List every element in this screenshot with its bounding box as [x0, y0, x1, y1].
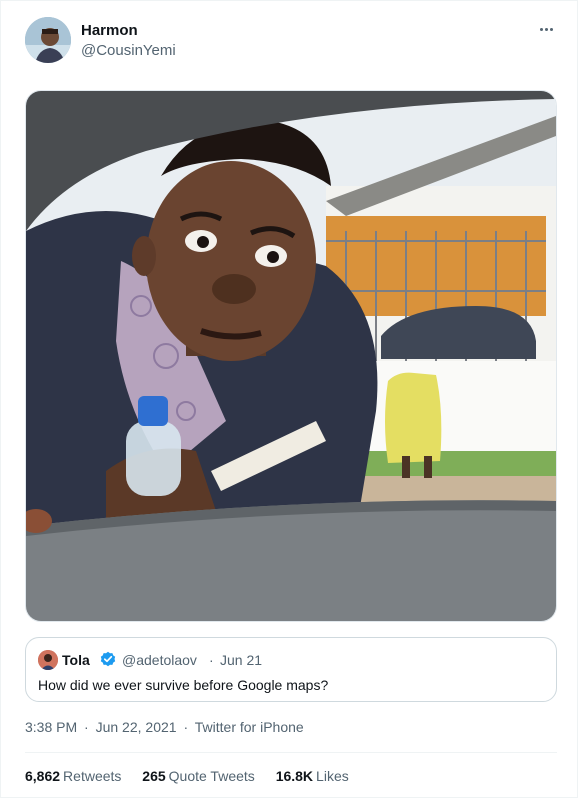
- tweet-time[interactable]: 3:38 PM: [25, 719, 77, 735]
- quoted-separator: ·: [209, 652, 214, 668]
- quote-tweets-label: Quote Tweets: [168, 768, 255, 784]
- retweets-stat[interactable]: 6,862 Retweets: [25, 768, 121, 784]
- likes-stat[interactable]: 16.8K Likes: [276, 768, 349, 784]
- quoted-date: Jun 21: [220, 652, 263, 668]
- tweet-metadata: 3:38 PM · Jun 22, 2021 · Twitter for iPh…: [25, 719, 304, 735]
- quoted-tweet[interactable]: Tola @adetolaov · Jun 21 How did we ever…: [25, 637, 557, 702]
- retweets-label: Retweets: [63, 768, 122, 784]
- author-handle[interactable]: @CousinYemi: [81, 42, 176, 59]
- quoted-author-handle: @adetolaov: [122, 652, 197, 668]
- retweets-count: 6,862: [25, 768, 61, 784]
- meta-separator: ·: [183, 719, 189, 735]
- tweet-photo[interactable]: [25, 90, 557, 622]
- more-options-icon[interactable]: [535, 21, 557, 37]
- verified-badge-icon: [100, 651, 116, 667]
- tweet-header: Harmon @CousinYemi: [25, 17, 557, 65]
- tweet-card: Harmon @CousinYemi Tola @adetolaov · Jun…: [0, 0, 578, 798]
- divider: [25, 752, 557, 753]
- tweet-date[interactable]: Jun 22, 2021: [96, 719, 177, 735]
- likes-count: 16.8K: [275, 768, 314, 784]
- quote-tweets-stat[interactable]: 265 Quote Tweets: [142, 768, 255, 784]
- meta-separator: ·: [84, 719, 89, 735]
- likes-label: Likes: [316, 768, 349, 784]
- quoted-author-avatar: [38, 650, 58, 670]
- author-name[interactable]: Harmon: [81, 22, 138, 39]
- quote-tweets-count: 265: [142, 768, 166, 784]
- tweet-source[interactable]: Twitter for iPhone: [195, 719, 304, 735]
- quoted-author-name: Tola: [62, 652, 90, 668]
- author-avatar[interactable]: [25, 17, 71, 63]
- quoted-text: How did we ever survive before Google ma…: [38, 677, 329, 693]
- engagement-stats: 6,862 Retweets 265 Quote Tweets 16.8K Likes: [25, 768, 366, 784]
